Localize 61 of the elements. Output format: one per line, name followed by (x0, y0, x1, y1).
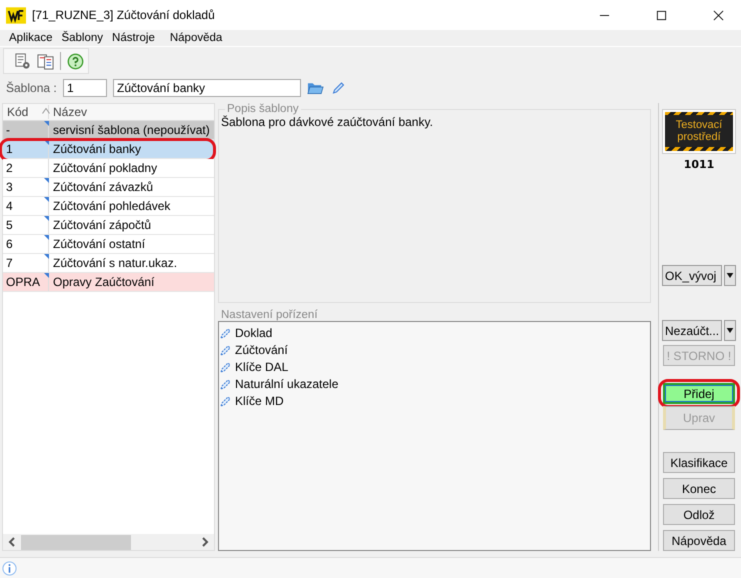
table-cell-text: Opravy Zaúčtování (52, 275, 156, 289)
table-cell-text: Zúčtování zápočtů (52, 218, 152, 232)
settings-item[interactable]: Klíče MD (235, 394, 284, 408)
column-header[interactable]: Název (49, 105, 214, 119)
menu-item[interactable]: Šablony (55, 32, 106, 44)
column-header[interactable]: Kód (3, 105, 49, 119)
maximize-icon[interactable] (656, 10, 667, 20)
settings-item[interactable]: Klíče DAL (235, 360, 288, 374)
pencil-icon (220, 360, 232, 372)
template-label: Šablona : (6, 81, 58, 95)
action-button[interactable]: Nápověda (663, 530, 735, 551)
panel-legend: Popis šablony (225, 103, 301, 115)
table-row[interactable]: 5 Zúčtování zápočtů (3, 216, 214, 235)
pencil-icon (220, 394, 232, 406)
scroll-left-icon[interactable] (8, 537, 16, 547)
table-cell-text: Zúčtování pokladny (52, 161, 158, 175)
table-cell-text: Zúčtování banky (52, 142, 142, 156)
window-title: [71_RUZNE_3] Zúčtování dokladů (32, 8, 215, 22)
table-cell-text: Zúčtování závazků (52, 180, 154, 194)
menu-item[interactable]: Nástroje (106, 32, 158, 44)
action-button[interactable]: Klasifikace (663, 452, 735, 473)
table-row[interactable]: 3 Zúčtování závazků (3, 178, 214, 197)
settings-item[interactable]: Naturální ukazatele (235, 376, 338, 390)
table-cell-text: Zúčtování pohledávek (52, 199, 172, 213)
settings-item[interactable]: Zúčtování (235, 342, 288, 356)
pencil-icon (220, 344, 232, 356)
scroll-right-icon[interactable] (201, 537, 209, 547)
template-name-field[interactable]: Zúčtování banky (113, 79, 301, 97)
table-cell: 2 (3, 159, 49, 177)
table-row[interactable]: 1 Zúčtování banky (3, 140, 214, 159)
description-text: Šablona pro dávkové zaúčtování banky. (221, 115, 433, 129)
pencil-icon[interactable] (330, 80, 347, 96)
sort-icon (42, 108, 50, 114)
documents-icon[interactable] (37, 52, 54, 70)
scrollbar-thumb[interactable] (21, 534, 131, 550)
panel-legend: Nastavení pořízení (218, 309, 651, 321)
menu-item[interactable]: Nápověda (158, 32, 226, 44)
table-row[interactable]: - servisní šablona (nepoužívat) (3, 121, 214, 140)
environment-number: 1011 (684, 158, 714, 171)
table-row[interactable]: 2 Zúčtování pokladny (3, 159, 214, 178)
app-logo-icon (6, 6, 26, 24)
table-row[interactable]: 4 Zúčtování pohledávek (3, 197, 214, 216)
table-row[interactable]: 6 Zúčtování ostatní (3, 235, 214, 254)
table-row[interactable]: OPRA Opravy Zaúčtování (3, 273, 214, 292)
table-cell-text: Zúčtování s natur.ukaz. (52, 256, 178, 270)
action-button[interactable]: Odlož (663, 504, 735, 525)
pencil-icon (220, 326, 232, 338)
help-icon[interactable] (67, 52, 84, 70)
badge-text: Testovací prostředí (665, 115, 733, 148)
dropdown-field[interactable]: Nezaúčt... (662, 320, 722, 341)
table-cell-text: Zúčtování ostatní (52, 237, 146, 251)
table-cell-text: servisní šablona (nepoužívat) (52, 123, 211, 137)
template-code-field[interactable]: 1 (63, 79, 107, 97)
close-icon[interactable] (713, 10, 724, 20)
menu-item[interactable]: Aplikace (3, 32, 56, 44)
document-settings-icon[interactable] (14, 52, 31, 70)
settings-item[interactable]: Doklad (235, 326, 272, 340)
dropdown-field[interactable]: OK_vývoj (662, 265, 722, 286)
table-row[interactable]: 7 Zúčtování s natur.ukaz. (3, 254, 214, 273)
action-button[interactable]: Konec (663, 478, 735, 499)
pencil-icon (220, 378, 232, 390)
